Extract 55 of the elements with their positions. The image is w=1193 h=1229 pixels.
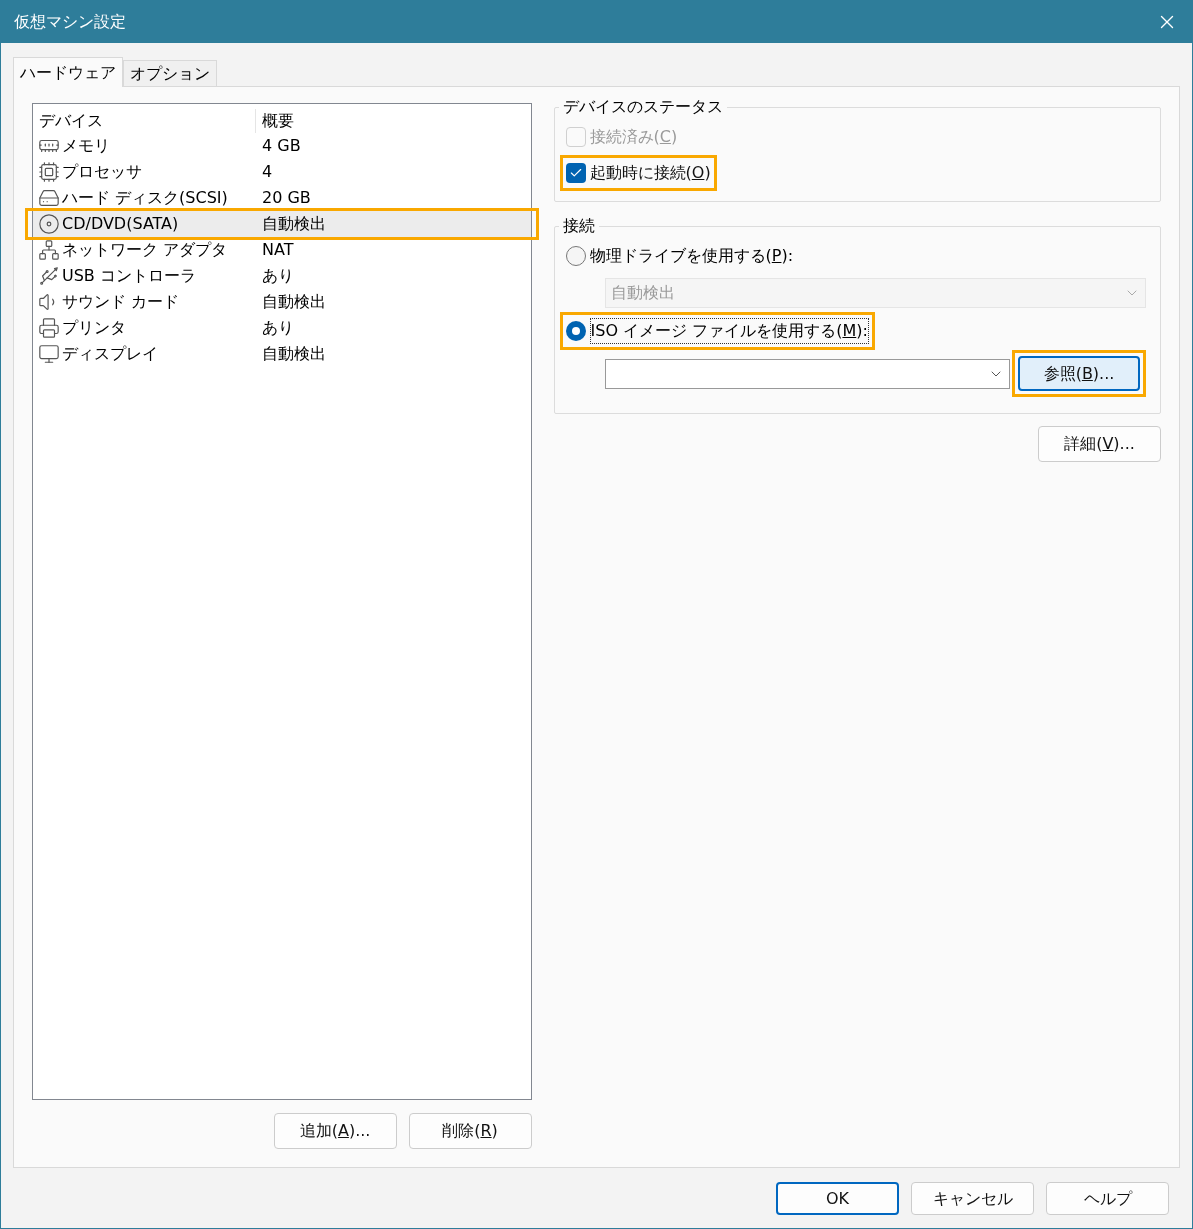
radio-option[interactable]: 物理ドライブを使用する(P): xyxy=(565,244,794,268)
list-button[interactable]: 追加(A)... xyxy=(273,1113,397,1149)
list-button[interactable]: 削除(R) xyxy=(408,1113,532,1149)
device-row[interactable]: CD/DVD(SATA) 自動検出 xyxy=(33,211,531,237)
dialog-button[interactable]: ヘルプ xyxy=(1046,1182,1169,1215)
radio-button[interactable] xyxy=(565,246,586,266)
device-summary: 自動検出 xyxy=(261,291,326,313)
device-row[interactable]: メモリ 4 GB xyxy=(33,133,531,159)
hard-drive-icon xyxy=(38,187,60,209)
device-summary: あり xyxy=(261,265,294,287)
device-summary: NAT xyxy=(261,239,294,261)
device-name: ディスプレイ xyxy=(62,343,158,365)
device-name: サウンド カード xyxy=(62,291,180,313)
window-title: 仮想マシン設定 xyxy=(14,11,126,33)
checkbox[interactable] xyxy=(565,163,586,183)
device-row[interactable]: サウンド カード 自動検出 xyxy=(33,289,531,315)
usb-icon xyxy=(38,265,60,287)
tab[interactable]: ハードウェア xyxy=(13,57,123,87)
check-icon xyxy=(568,166,583,180)
column-header: 概要 xyxy=(261,109,295,132)
device-row[interactable]: ネットワーク アダプタ NAT xyxy=(33,237,531,263)
radio-button[interactable] xyxy=(565,321,586,341)
device-name: ハード ディスク(SCSI) xyxy=(62,187,228,209)
tab[interactable]: オプション xyxy=(123,60,217,87)
device-summary: 4 GB xyxy=(261,135,301,157)
advanced-button[interactable]: 詳細(V)... xyxy=(1038,426,1161,462)
disc-icon xyxy=(38,213,60,235)
device-summary: 4 xyxy=(261,161,273,183)
device-row[interactable]: ハード ディスク(SCSI) 20 GB xyxy=(33,185,531,211)
network-icon xyxy=(38,239,60,261)
chip-icon xyxy=(38,161,60,183)
checkbox-option[interactable]: 起動時に接続(O) xyxy=(565,161,711,185)
device-name: USB コントローラ xyxy=(62,265,196,287)
dialog-button[interactable]: キャンセル xyxy=(911,1182,1034,1215)
device-row[interactable]: USB コントローラ あり xyxy=(33,263,531,289)
device-summary: 20 GB xyxy=(261,187,311,209)
iso-path-dropdown[interactable] xyxy=(604,358,1010,389)
device-summary: あり xyxy=(261,317,294,339)
dialog-button[interactable]: OK xyxy=(776,1182,899,1215)
device-row[interactable]: プロセッサ 4 xyxy=(33,159,531,185)
device-name: プロセッサ xyxy=(62,161,142,183)
device-row[interactable]: ディスプレイ 自動検出 xyxy=(33,341,531,367)
browse-button[interactable]: 参照(B)... xyxy=(1018,356,1140,391)
device-name: メモリ xyxy=(62,135,110,157)
column-header: デバイス xyxy=(33,108,256,133)
device-row[interactable]: プリンタ あり xyxy=(33,315,531,341)
group-title: 接続 xyxy=(561,215,596,237)
monitor-icon xyxy=(38,343,60,365)
device-summary: 自動検出 xyxy=(261,213,326,235)
device-name: ネットワーク アダプタ xyxy=(62,239,228,261)
device-name: プリンタ xyxy=(62,317,126,339)
group-title: デバイスのステータス xyxy=(561,96,724,118)
device-name: CD/DVD(SATA) xyxy=(62,213,179,235)
printer-icon xyxy=(38,317,60,339)
device-summary: 自動検出 xyxy=(261,343,326,365)
